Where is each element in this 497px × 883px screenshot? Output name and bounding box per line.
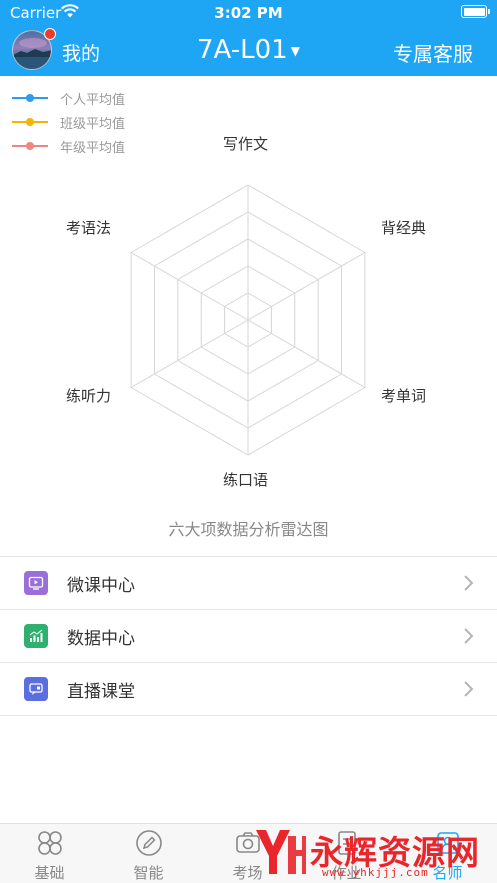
status-time: 3:02 PM xyxy=(214,4,283,22)
battery-icon xyxy=(461,5,490,18)
radar-axis-line xyxy=(247,252,366,321)
menu-item-micro-course[interactable]: 微课中心 xyxy=(0,557,497,610)
radar-axis-line xyxy=(130,252,249,321)
menu-item-label: 微课中心 xyxy=(67,575,135,596)
radar-axis-label: 考单词 xyxy=(381,387,427,405)
radar-chart: 写作文 背经典 考单词 练口语 练听力 考语法 xyxy=(0,120,497,550)
radar-axis-label: 考语法 xyxy=(66,219,112,237)
chevron-right-icon xyxy=(464,628,474,644)
play-video-icon xyxy=(24,571,48,595)
menu-item-label: 数据中心 xyxy=(67,628,135,649)
tab-basic[interactable]: 基础 xyxy=(0,824,99,883)
chevron-right-icon xyxy=(464,575,474,591)
menu-item-label: 直播课堂 xyxy=(67,681,135,702)
watermark-logo-icon xyxy=(256,830,306,874)
customer-service-button[interactable]: 专属客服 xyxy=(393,38,473,67)
menu-item-live-class[interactable]: 直播课堂 xyxy=(0,663,497,716)
watermark-url: www.yhkjjj.com xyxy=(322,866,429,879)
chevron-right-icon xyxy=(464,681,474,697)
menu-item-data-center[interactable]: 数据中心 xyxy=(0,610,497,663)
menu-list: 微课中心 数据中心 直播课堂 xyxy=(0,556,497,716)
caret-down-icon: ▼ xyxy=(290,43,300,58)
tab-label: 基础 xyxy=(34,864,65,882)
tab-label: 智能 xyxy=(133,864,164,882)
legend-item: 个人平均值 xyxy=(12,86,125,110)
radar-chart-svg xyxy=(130,184,366,456)
radar-axis-line xyxy=(247,319,366,388)
chart-caption: 六大项数据分析雷达图 xyxy=(168,520,329,539)
radar-axis-label: 背经典 xyxy=(381,219,427,237)
radar-axis-label: 写作文 xyxy=(223,135,269,153)
radar-axis-label: 练听力 xyxy=(66,387,112,405)
legend-line-icon xyxy=(12,94,48,102)
bar-chart-icon xyxy=(24,624,48,648)
radar-axis-line xyxy=(130,319,249,388)
grid-icon xyxy=(38,831,62,855)
watermark: 永辉资源网 www.yhkjjj.com xyxy=(252,822,497,883)
legend-label: 个人平均值 xyxy=(60,92,126,108)
radar-axis-label: 练口语 xyxy=(223,471,269,489)
status-bar: Carrier 3:02 PM xyxy=(0,0,497,26)
top-nav-bar: 我的 7A-L01 ▼ 专属客服 xyxy=(0,26,497,76)
tab-smart[interactable]: 智能 xyxy=(99,824,198,883)
class-title: 7A-L01 xyxy=(197,35,288,65)
pen-circle-icon xyxy=(136,830,162,856)
live-chat-icon xyxy=(24,677,48,701)
